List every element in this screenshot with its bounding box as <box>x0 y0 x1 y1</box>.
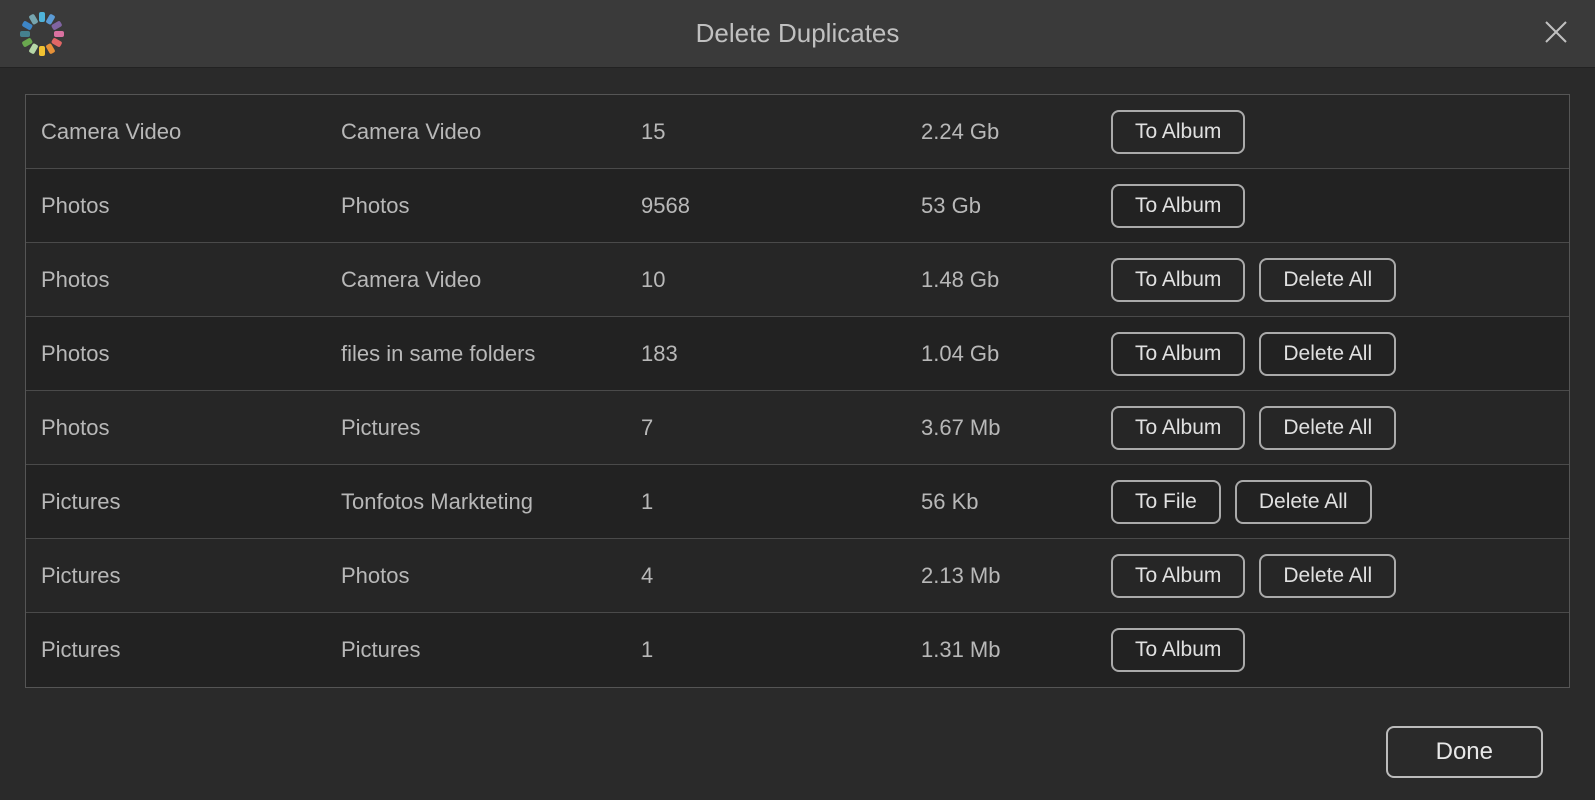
count-cell: 1 <box>641 637 921 663</box>
delete-all-button[interactable]: Delete All <box>1259 332 1396 376</box>
source-cell: Photos <box>41 341 341 367</box>
size-cell: 2.24 Gb <box>921 119 1111 145</box>
count-cell: 9568 <box>641 193 921 219</box>
source-cell: Camera Video <box>41 119 341 145</box>
source-cell: Photos <box>41 415 341 441</box>
row-actions: To Album <box>1111 628 1554 672</box>
table-row: PicturesPictures11.31 MbTo Album <box>26 613 1569 687</box>
table-row: PicturesTonfotos Markteting156 KbTo File… <box>26 465 1569 539</box>
target-cell: files in same folders <box>341 341 641 367</box>
dialog-title: Delete Duplicates <box>696 18 900 49</box>
target-cell: Camera Video <box>341 267 641 293</box>
row-actions: To File Delete All <box>1111 480 1554 524</box>
primary-action-button[interactable]: To Album <box>1111 258 1245 302</box>
primary-action-button[interactable]: To Album <box>1111 554 1245 598</box>
size-cell: 3.67 Mb <box>921 415 1111 441</box>
count-cell: 183 <box>641 341 921 367</box>
primary-action-button[interactable]: To Album <box>1111 332 1245 376</box>
source-cell: Photos <box>41 267 341 293</box>
target-cell: Photos <box>341 563 641 589</box>
table-row: Photosfiles in same folders1831.04 GbTo … <box>26 317 1569 391</box>
row-actions: To Album <box>1111 110 1554 154</box>
source-cell: Photos <box>41 193 341 219</box>
duplicates-table: Camera VideoCamera Video152.24 GbTo Albu… <box>25 94 1570 688</box>
primary-action-button[interactable]: To File <box>1111 480 1221 524</box>
target-cell: Camera Video <box>341 119 641 145</box>
primary-action-button[interactable]: To Album <box>1111 110 1245 154</box>
count-cell: 10 <box>641 267 921 293</box>
target-cell: Tonfotos Markteting <box>341 489 641 515</box>
row-actions: To Album Delete All <box>1111 332 1554 376</box>
size-cell: 1.31 Mb <box>921 637 1111 663</box>
size-cell: 1.48 Gb <box>921 267 1111 293</box>
row-actions: To Album <box>1111 184 1554 228</box>
count-cell: 4 <box>641 563 921 589</box>
table-row: PhotosPhotos956853 GbTo Album <box>26 169 1569 243</box>
target-cell: Pictures <box>341 415 641 441</box>
target-cell: Pictures <box>341 637 641 663</box>
delete-all-button[interactable]: Delete All <box>1259 554 1396 598</box>
table-row: PicturesPhotos42.13 MbTo Album Delete All <box>26 539 1569 613</box>
delete-all-button[interactable]: Delete All <box>1235 480 1372 524</box>
count-cell: 1 <box>641 489 921 515</box>
done-button[interactable]: Done <box>1386 726 1543 778</box>
row-actions: To Album Delete All <box>1111 258 1554 302</box>
dialog-footer: Done <box>1386 726 1543 778</box>
dialog-header: Delete Duplicates <box>0 0 1595 68</box>
count-cell: 7 <box>641 415 921 441</box>
primary-action-button[interactable]: To Album <box>1111 628 1245 672</box>
size-cell: 1.04 Gb <box>921 341 1111 367</box>
source-cell: Pictures <box>41 489 341 515</box>
source-cell: Pictures <box>41 637 341 663</box>
size-cell: 2.13 Mb <box>921 563 1111 589</box>
primary-action-button[interactable]: To Album <box>1111 406 1245 450</box>
target-cell: Photos <box>341 193 641 219</box>
size-cell: 53 Gb <box>921 193 1111 219</box>
dialog-content: Camera VideoCamera Video152.24 GbTo Albu… <box>0 68 1595 688</box>
delete-all-button[interactable]: Delete All <box>1259 258 1396 302</box>
delete-all-button[interactable]: Delete All <box>1259 406 1396 450</box>
close-button[interactable] <box>1542 18 1570 51</box>
table-row: Camera VideoCamera Video152.24 GbTo Albu… <box>26 95 1569 169</box>
table-row: PhotosPictures73.67 MbTo Album Delete All <box>26 391 1569 465</box>
primary-action-button[interactable]: To Album <box>1111 184 1245 228</box>
app-logo-icon <box>18 10 66 63</box>
row-actions: To Album Delete All <box>1111 406 1554 450</box>
table-row: PhotosCamera Video101.48 GbTo Album Delet… <box>26 243 1569 317</box>
size-cell: 56 Kb <box>921 489 1111 515</box>
row-actions: To Album Delete All <box>1111 554 1554 598</box>
count-cell: 15 <box>641 119 921 145</box>
source-cell: Pictures <box>41 563 341 589</box>
